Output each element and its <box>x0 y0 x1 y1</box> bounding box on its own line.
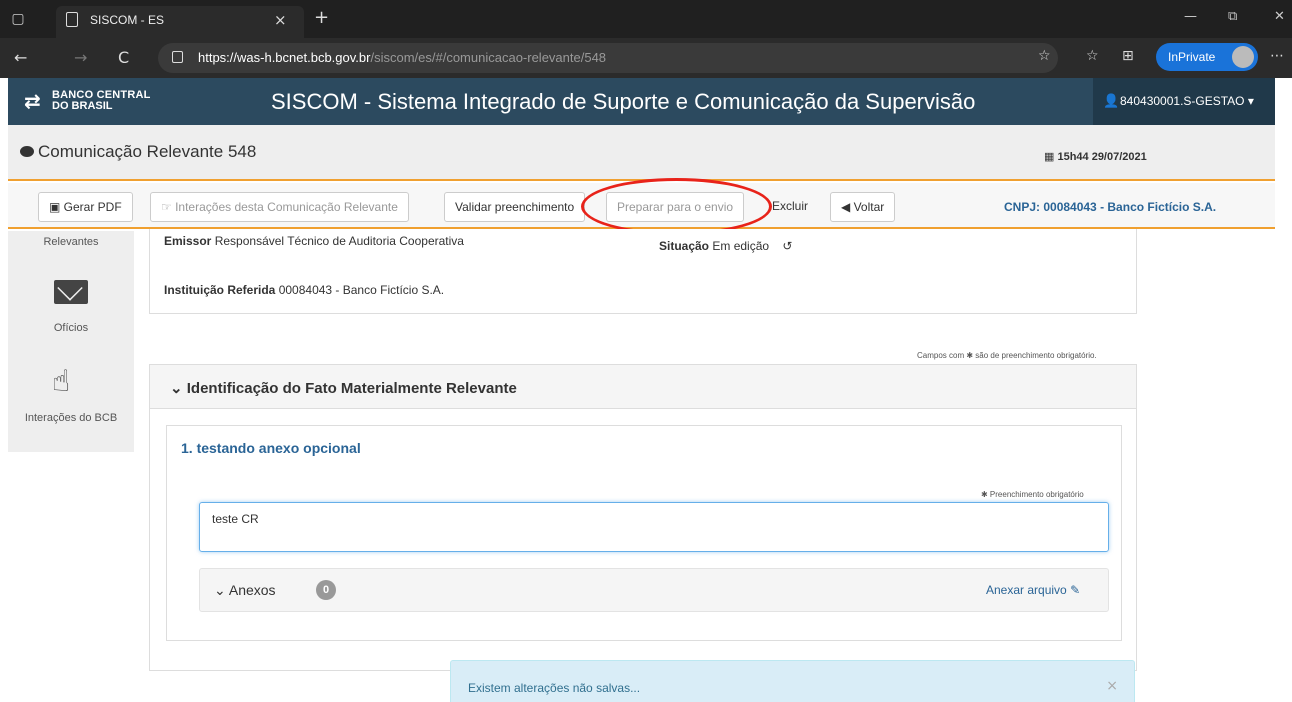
more-menu-icon[interactable]: ⋯ <box>1270 48 1284 64</box>
sidebar-item-interacoes-bcb[interactable]: Interações do BCB <box>8 412 134 424</box>
anexos-label: ⌄ Anexos <box>214 582 276 598</box>
user-name: 840430001.S-GESTAO ▾ <box>1120 94 1254 108</box>
unsaved-changes-toast: Existem alterações não salvas... × <box>450 660 1135 702</box>
page-header: Comunicação Relevante 548 ▦ 15h44 29/07/… <box>8 125 1275 181</box>
url-path: /siscom/es/#/comunicacao-relevante/548 <box>370 50 607 65</box>
required-field-note: ✱ Preenchimento obrigatório <box>981 490 1084 499</box>
thumbs-up-icon[interactable]: ☝ <box>52 364 70 399</box>
restore-button[interactable]: ⧉ <box>1228 9 1237 24</box>
tab-close-button[interactable]: × <box>274 11 287 29</box>
section-header[interactable]: ⌄ Identificação do Fato Materialmente Re… <box>150 365 1136 409</box>
chevron-down-icon: ⌄ <box>214 582 229 598</box>
action-toolbar: ▣ Gerar PDF ☞ Interações desta Comunicaç… <box>8 183 1275 229</box>
hand-pointer-icon: ☞ <box>161 200 176 214</box>
voltar-button[interactable]: ◀ Voltar <box>830 192 896 222</box>
interacoes-button[interactable]: ☞ Interações desta Comunicação Relevante <box>150 192 409 222</box>
back-button[interactable]: ← <box>14 48 27 67</box>
validar-button[interactable]: Validar preenchimento <box>444 192 586 222</box>
browser-tab[interactable]: SISCOM - ES × <box>56 6 304 38</box>
browser-tab-bar: ▢ SISCOM - ES × + — ⧉ ✕ <box>0 0 1292 38</box>
excluir-button[interactable]: Excluir <box>766 192 814 222</box>
anexos-count-badge: 0 <box>316 580 336 600</box>
info-panel: Emissor Responsável Técnico de Auditoria… <box>149 229 1137 314</box>
url-host: https://was-h.bcnet.bcb.gov.br <box>198 50 371 65</box>
app-header: ⇄ BANCO CENTRAL DO BRASIL SISCOM - Siste… <box>8 78 1275 125</box>
logo-line2: DO BRASIL <box>52 100 113 112</box>
tab-actions-icon[interactable]: ▢ <box>8 9 28 29</box>
url-field[interactable]: https://was-h.bcnet.bcb.gov.br/siscom/es… <box>158 43 1058 73</box>
lock-icon <box>172 51 183 63</box>
history-icon[interactable]: ↺ <box>782 239 792 253</box>
sidebar: Relevantes Ofícios ☝ Interações do BCB <box>8 231 134 452</box>
chevron-down-icon: ⌄ <box>170 380 187 397</box>
inprivate-badge[interactable]: InPrivate <box>1156 43 1258 71</box>
app-title: SISCOM - Sistema Integrado de Suporte e … <box>271 89 976 114</box>
collections-icon[interactable]: ⊞ <box>1122 48 1134 64</box>
identificacao-section: ⌄ Identificação do Fato Materialmente Re… <box>149 364 1137 671</box>
cnpj-label: CNPJ: 00084043 - Banco Fictício S.A. <box>1004 200 1217 214</box>
preparar-envio-button[interactable]: Preparar para o envio <box>606 192 745 222</box>
user-icon: 👤 <box>1103 93 1120 108</box>
instituicao-row: Instituição Referida 00084043 - Banco Fi… <box>164 283 445 297</box>
gerar-pdf-button[interactable]: ▣ Gerar PDF <box>38 192 133 222</box>
back-circle-icon: ◀ <box>841 200 854 214</box>
anexar-arquivo-link[interactable]: Anexar arquivo ✎ <box>986 583 1080 597</box>
inprivate-label: InPrivate <box>1168 50 1216 64</box>
address-bar-row: ← → C https://was-h.bcnet.bcb.gov.br/sis… <box>0 38 1292 78</box>
question-box: 1. testando anexo opcional ✱ Preenchimen… <box>166 425 1122 641</box>
toast-close-button[interactable]: × <box>1106 678 1118 694</box>
favorites-icon[interactable]: ☆ <box>1086 48 1099 64</box>
minimize-button[interactable]: — <box>1184 9 1197 24</box>
tab-title: SISCOM - ES <box>90 13 165 27</box>
calendar-icon: ▦ <box>1044 151 1058 163</box>
anexos-panel[interactable]: ⌄ Anexos 0 Anexar arquivo ✎ <box>199 568 1109 612</box>
close-window-button[interactable]: ✕ <box>1274 9 1285 24</box>
section-title: ⌄ Identificação do Fato Materialmente Re… <box>170 380 517 397</box>
page-icon <box>66 12 78 27</box>
sidebar-item-oficios[interactable]: Ofícios <box>8 322 134 334</box>
refresh-button[interactable]: C <box>118 48 129 67</box>
question-title: 1. testando anexo opcional <box>181 440 361 456</box>
page-title: Comunicação Relevante 548 <box>20 142 256 162</box>
toast-message: Existem alterações não salvas... <box>468 681 641 695</box>
bcb-logo-icon: ⇄ <box>24 89 41 113</box>
tracking-prevention-icon[interactable]: ☆ <box>1038 48 1051 64</box>
bcb-logo[interactable]: ⇄ BANCO CENTRAL DO BRASIL <box>24 87 174 115</box>
sidebar-item-relevantes[interactable]: Relevantes <box>8 236 134 248</box>
envelope-icon[interactable] <box>54 280 88 304</box>
page-datetime: ▦ 15h44 29/07/2021 <box>1044 151 1147 163</box>
forward-button[interactable]: → <box>74 48 87 67</box>
comment-icon <box>20 146 34 157</box>
answer-textarea[interactable]: teste CR <box>199 502 1109 552</box>
situacao-row: Situação Em edição ↺ <box>659 239 793 253</box>
emissor-row: Emissor Responsável Técnico de Auditoria… <box>164 234 464 248</box>
required-fields-note: Campos com ✱ são de preenchimento obriga… <box>917 351 1097 360</box>
pdf-icon: ▣ <box>49 200 64 214</box>
new-tab-button[interactable]: + <box>314 7 329 28</box>
user-menu[interactable]: 👤 840430001.S-GESTAO ▾ <box>1093 78 1275 125</box>
avatar <box>1232 46 1254 68</box>
paperclip-icon: ✎ <box>1070 583 1081 597</box>
